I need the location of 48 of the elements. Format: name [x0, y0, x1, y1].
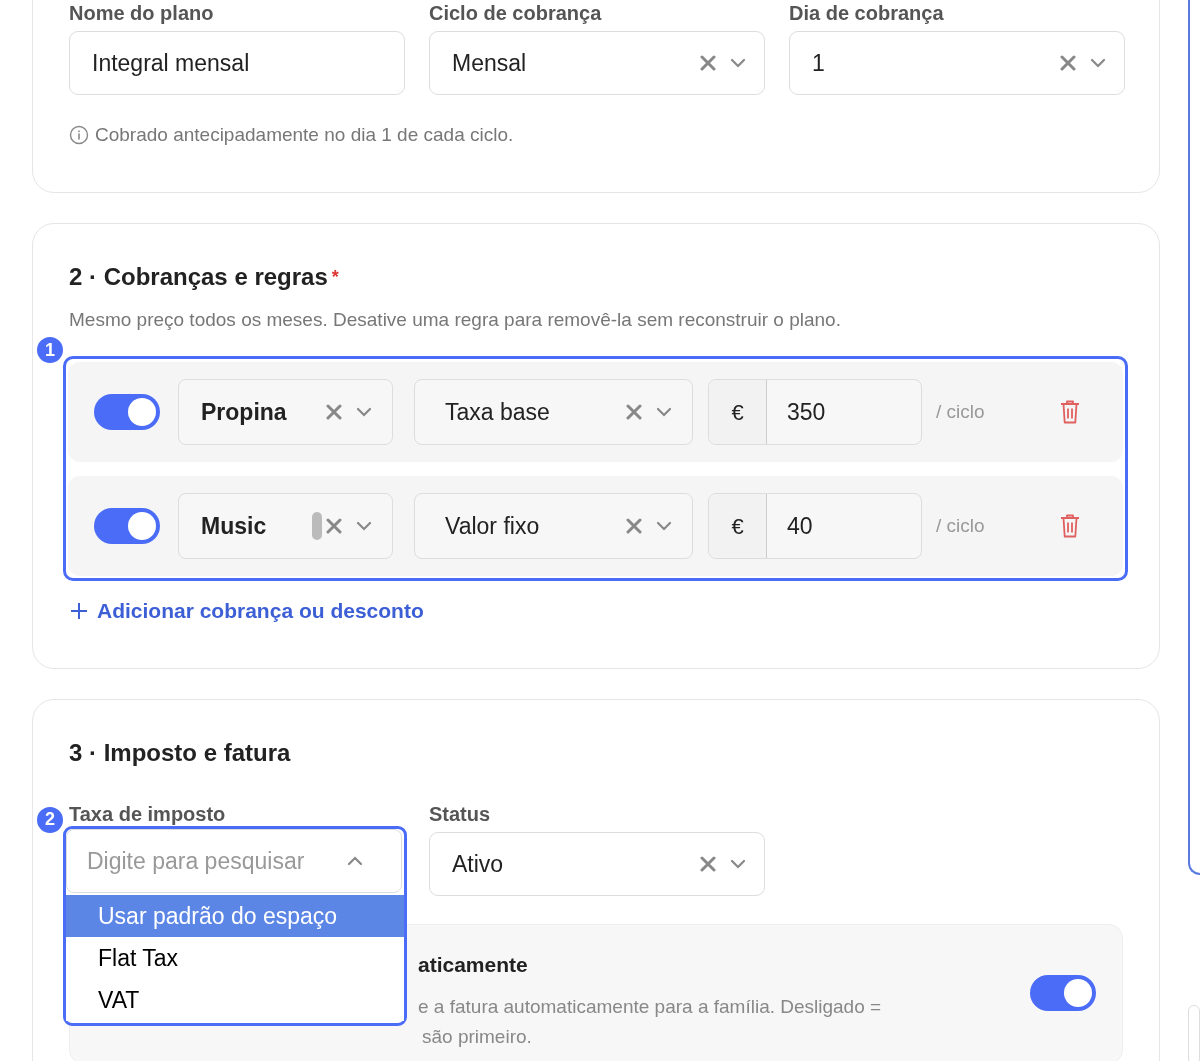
clear-icon: [626, 518, 642, 534]
select-field[interactable]: Music: [178, 493, 393, 559]
select-field[interactable]: Ativo: [429, 831, 765, 896]
trash-icon: [1059, 513, 1081, 539]
annotation-badge: 1: [35, 335, 65, 365]
chevron-icon: [656, 407, 672, 417]
clear-icon: [700, 55, 716, 71]
chevron-icon: [656, 521, 672, 531]
section-description: Mesmo preço todos os meses. Desative uma regra para removê-la sem reconstruir o plano.: [69, 307, 842, 332]
clear-icon: [326, 518, 342, 534]
setting-description: são primeiro.: [421, 1025, 533, 1050]
add-charge-link[interactable]: Adicionar cobrança ou desconto: [69, 595, 424, 627]
chevron-icon: [730, 858, 746, 869]
field-label: Ciclo de cobrança: [429, 1, 603, 25]
select-field[interactable]: Valor fixo: [414, 493, 693, 559]
chevron-icon: [730, 58, 746, 68]
trash-icon: [1059, 399, 1081, 425]
info-icon: [69, 125, 89, 146]
chevron-icon: [356, 407, 372, 417]
setting-title: aticamente: [418, 951, 529, 978]
clear-icon: [1060, 55, 1076, 71]
section-heading: 2 · Cobranças e regras *: [69, 261, 340, 292]
clear-icon: [700, 855, 716, 872]
select-field[interactable]: 1: [789, 31, 1125, 95]
dropdown-option[interactable]: Usar padrão do espaço: [66, 894, 404, 937]
input-field[interactable]: Integral mensal: [69, 31, 405, 95]
plus-icon: [69, 600, 89, 621]
clear-icon: [326, 404, 342, 420]
toggle-switch[interactable]: [94, 508, 160, 544]
select-field[interactable]: Mensal: [429, 31, 765, 95]
chevron-icon: [1090, 58, 1106, 68]
unit-text: / ciclo: [936, 513, 985, 538]
clear-icon: [626, 404, 642, 420]
annotation-badge: 2: [35, 804, 65, 835]
field-label: Nome do plano: [69, 1, 215, 25]
hint-text: Cobrado antecipadamente no dia 1 de cada ciclo.: [95, 123, 514, 147]
field-label: Taxa de imposto: [69, 801, 227, 826]
field-label: Dia de cobrança: [789, 1, 945, 25]
select-field[interactable]: Taxa base: [414, 379, 693, 445]
toggle-switch[interactable]: [1030, 974, 1096, 1011]
section-heading: 3 · Imposto e fatura: [69, 737, 292, 768]
search-field[interactable]: Digite para pesquisar: [66, 828, 402, 893]
toggle-switch[interactable]: [94, 394, 160, 430]
chevron-icon: [356, 521, 372, 531]
field-label: Status: [429, 801, 492, 826]
unit-text: / ciclo: [936, 399, 985, 424]
setting-description: e a fatura automaticamente para a família. Desligado =: [418, 995, 882, 1020]
select-field[interactable]: Propina: [178, 379, 393, 445]
